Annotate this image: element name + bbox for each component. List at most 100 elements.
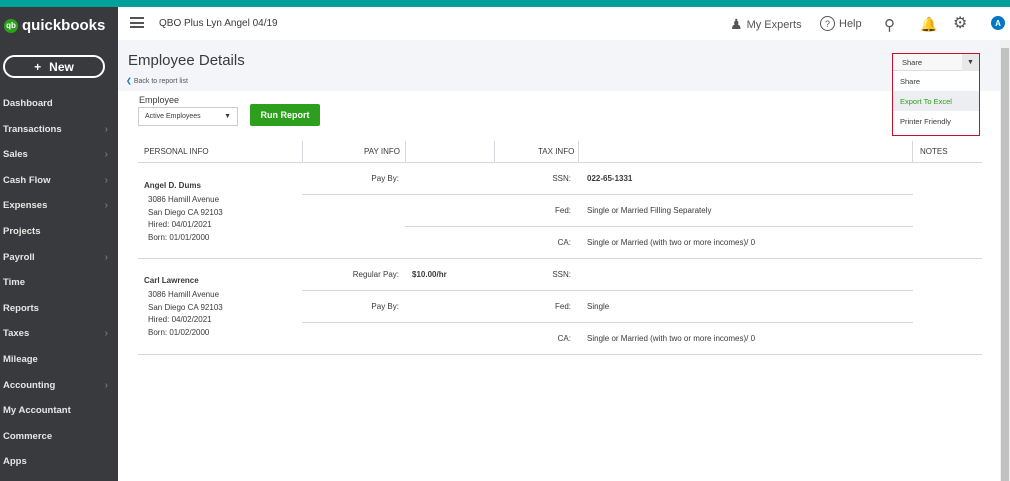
- employee-details: 3086 Hamill Avenue San Diego CA 92103 Hi…: [148, 194, 223, 244]
- employee-select-value: Active Employees: [145, 113, 201, 120]
- employee-name: Angel D. Dums: [144, 181, 201, 190]
- column-divider: [494, 141, 495, 162]
- run-report-button[interactable]: Run Report: [250, 104, 320, 126]
- share-select[interactable]: Share ▼: [893, 53, 979, 71]
- row-divider: [302, 322, 913, 323]
- pay-label: Pay By:: [371, 302, 399, 311]
- column-divider: [912, 141, 913, 162]
- sidebar-item-label: Commerce: [3, 430, 53, 442]
- share-option-export-to-excel[interactable]: Export To Excel: [893, 91, 979, 111]
- sidebar-item-label: My Accountant: [3, 405, 71, 417]
- employee-name: Carl Lawrence: [144, 276, 199, 285]
- sidebar-item-mileage[interactable]: Mileage: [0, 347, 118, 372]
- page-title: Employee Details: [128, 52, 245, 69]
- help-icon: ?: [820, 16, 835, 31]
- regular-pay-value: $10.00/hr: [412, 270, 447, 279]
- sidebar-item-cash-flow[interactable]: Cash Flow ›: [0, 168, 118, 193]
- new-label: New: [49, 59, 74, 74]
- row-divider: [302, 290, 913, 291]
- avatar[interactable]: A: [991, 16, 1005, 30]
- top-accent-bar: [0, 0, 1010, 7]
- employee-select[interactable]: Active Employees ▼: [138, 107, 238, 126]
- report-header-area: [118, 40, 1000, 91]
- back-link-label: Back to report list: [133, 78, 188, 85]
- chevron-right-icon: ›: [104, 123, 108, 135]
- chevron-right-icon: ›: [104, 328, 108, 340]
- header-notes: NOTES: [920, 147, 948, 156]
- row-divider: [138, 258, 982, 259]
- share-option-printer-friendly[interactable]: Printer Friendly: [893, 111, 979, 131]
- employee-born: Born: 01/01/2000: [148, 232, 210, 242]
- employee-details: 3086 Hamill Avenue San Diego CA 92103 Hi…: [148, 289, 223, 339]
- sidebar-item-label: Apps: [3, 456, 27, 468]
- sidebar-item-transactions[interactable]: Transactions ›: [0, 117, 118, 142]
- new-button[interactable]: + New: [3, 55, 105, 78]
- help-label: Help: [839, 17, 862, 30]
- header-tax-info: TAX INFO: [538, 147, 575, 156]
- sidebar-item-label: Expenses: [3, 200, 48, 212]
- employee-city: San Diego CA 92103: [148, 302, 223, 312]
- row-divider: [405, 226, 913, 227]
- sidebar-item-label: Dashboard: [3, 98, 53, 109]
- share-selected-value: Share: [902, 57, 923, 67]
- ca-value: Single or Married (with two or more inco…: [587, 334, 756, 343]
- chevron-right-icon: ›: [104, 379, 108, 391]
- hamburger-menu-icon[interactable]: [130, 17, 144, 28]
- sidebar-item-payroll[interactable]: Payroll ›: [0, 245, 118, 270]
- sidebar-item-expenses[interactable]: Expenses ›: [0, 193, 118, 218]
- sidebar-item-commerce[interactable]: Commerce: [0, 424, 118, 449]
- sidebar-item-projects[interactable]: Projects: [0, 219, 118, 244]
- sidebar-item-accounting[interactable]: Accounting ›: [0, 373, 118, 398]
- fed-value: Single or Married Filling Separately: [587, 206, 712, 215]
- sidebar-item-sales[interactable]: Sales ›: [0, 142, 118, 167]
- fed-value: Single: [587, 302, 610, 311]
- sidebar-item-taxes[interactable]: Taxes ›: [0, 321, 118, 346]
- ssn-value: 022-65-1331: [587, 174, 633, 183]
- sidebar-item-time[interactable]: Time: [0, 270, 118, 295]
- column-divider: [405, 141, 406, 162]
- header-pay-info: PAY INFO: [364, 147, 401, 156]
- sidebar-item-dashboard[interactable]: Dashboard: [0, 91, 118, 116]
- share-dropdown: Share ▼ Share Export To Excel Printer Fri…: [892, 53, 980, 136]
- share-option-share[interactable]: Share: [893, 71, 979, 91]
- employee-hired: Hired: 04/01/2021: [148, 220, 212, 229]
- chevron-left-icon: ❮: [126, 78, 132, 85]
- header-personal-info: PERSONAL INFO: [144, 147, 209, 156]
- my-experts-label: My Experts: [746, 18, 802, 31]
- row-divider: [138, 162, 982, 163]
- pay-label: Regular Pay:: [352, 270, 399, 279]
- chevron-right-icon: ›: [104, 174, 108, 186]
- quickbooks-logo[interactable]: qb quickbooks: [4, 17, 105, 34]
- employee-hired: Hired: 04/02/2021: [148, 315, 212, 324]
- sidebar-item-apps[interactable]: Apps: [0, 449, 118, 474]
- sidebar-item-reports[interactable]: Reports: [0, 296, 118, 321]
- chevron-right-icon: ›: [104, 149, 108, 161]
- row-divider: [302, 194, 913, 195]
- sidebar-item-my-accountant[interactable]: My Accountant: [0, 398, 118, 423]
- sidebar-item-label: Sales: [3, 149, 28, 161]
- sidebar: qb quickbooks + New Dashboard Transactions ›…: [0, 7, 118, 481]
- company-name: QBO Plus Lyn Angel 04/19: [159, 18, 278, 29]
- ca-value: Single or Married (with two or more inco…: [587, 238, 756, 247]
- bell-icon[interactable]: 🔔: [920, 16, 937, 33]
- scrollbar-thumb[interactable]: [1001, 48, 1009, 481]
- caret-down-icon: ▼: [962, 53, 979, 71]
- my-experts-button[interactable]: ♟ My Experts: [730, 16, 802, 33]
- tax-label: CA:: [557, 334, 571, 343]
- logo-text: quickbooks: [22, 17, 106, 34]
- caret-down-icon: ▼: [224, 113, 231, 120]
- tax-label: Fed:: [554, 302, 571, 311]
- tax-label: CA:: [557, 238, 571, 247]
- back-to-report-list-link[interactable]: ❮ Back to report list: [126, 77, 188, 85]
- sidebar-item-label: Payroll: [3, 251, 35, 263]
- employee-city: San Diego CA 92103: [148, 207, 223, 217]
- sidebar-item-label: Reports: [3, 302, 39, 314]
- person-icon: ♟: [730, 16, 743, 32]
- sidebar-item-label: Mileage: [3, 354, 38, 365]
- sidebar-item-label: Taxes: [3, 328, 30, 340]
- chevron-right-icon: ›: [104, 200, 108, 212]
- help-button[interactable]: ? Help: [820, 16, 862, 31]
- column-divider: [578, 141, 579, 162]
- search-icon[interactable]: ⚲: [884, 16, 895, 34]
- gear-icon[interactable]: ⚙: [953, 13, 967, 33]
